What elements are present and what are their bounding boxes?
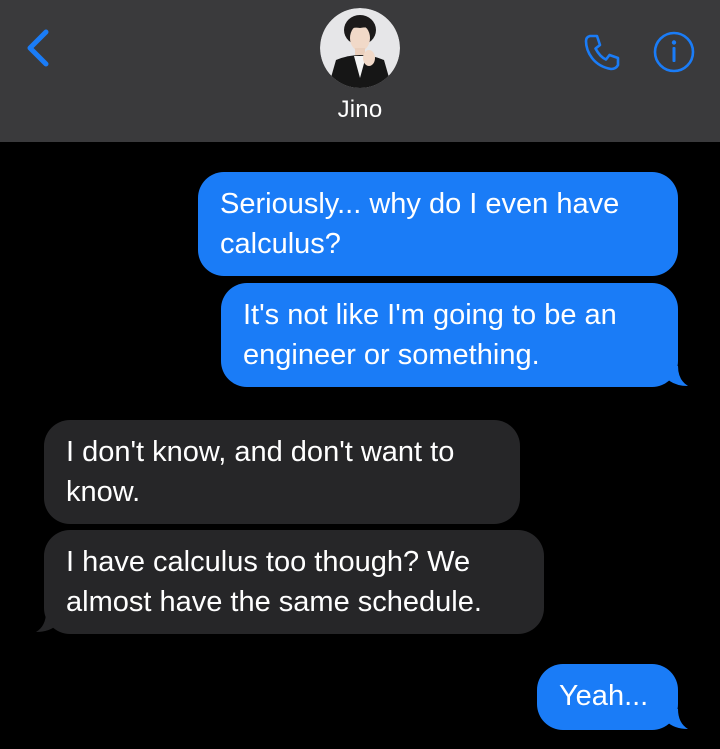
message-bubble-sent[interactable]: Seriously... why do I even have calculus… (198, 172, 678, 276)
bubble-tail (666, 366, 688, 386)
info-icon (653, 31, 695, 73)
messages-screen: Jino Seriously... why do I even have cal… (0, 0, 720, 749)
message-bubble-received[interactable]: I don't know, and don't want to know. (44, 420, 520, 524)
chevron-left-icon (27, 29, 49, 67)
contact-avatar[interactable] (320, 8, 400, 88)
bubble-tail (36, 612, 58, 632)
back-button[interactable] (18, 26, 58, 70)
message-bubble-sent[interactable]: Yeah... (537, 664, 678, 730)
call-button[interactable] (580, 30, 624, 74)
info-button[interactable] (652, 30, 696, 74)
message-bubble-received[interactable]: I have calculus too though? We almost ha… (44, 530, 544, 634)
contact-name[interactable]: Jino (0, 96, 720, 124)
bubble-tail (666, 709, 688, 729)
message-bubble-sent[interactable]: It's not like I'm going to be an enginee… (221, 283, 678, 387)
phone-icon (584, 34, 620, 71)
conversation-header: Jino (0, 0, 720, 142)
